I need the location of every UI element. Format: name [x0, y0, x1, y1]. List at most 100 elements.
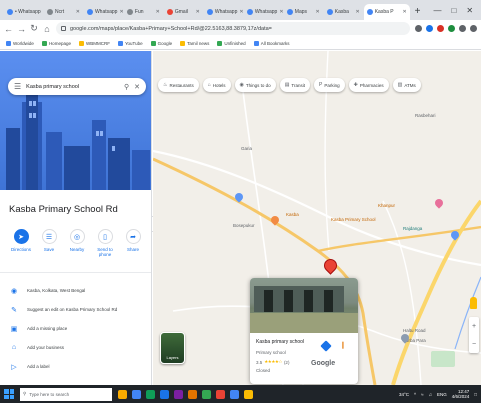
bookmark-star-icon[interactable] — [415, 25, 422, 32]
info-row[interactable]: ✎ Suggest an edit on Kasba Primary School… — [0, 300, 151, 319]
app-icon[interactable] — [216, 389, 225, 399]
chip-restaurants[interactable]: ♨ Restaurants — [158, 78, 199, 92]
wifi-icon[interactable]: ≈ — [421, 392, 423, 397]
action-button-directions[interactable]: ➤ Directions — [10, 229, 32, 257]
app-icon[interactable] — [146, 389, 155, 399]
bookmark-icon[interactable]: ❙ — [340, 341, 346, 349]
volume-icon[interactable]: ♫ — [429, 392, 432, 397]
weather-widget[interactable]: 34°C — [399, 392, 409, 397]
notification-icon[interactable]: □ — [474, 392, 477, 397]
zoom-in-icon[interactable]: + — [472, 323, 476, 330]
chip-things-to-do[interactable]: ◉ Things to do — [234, 78, 276, 92]
chip-transit[interactable]: ▤ Transit — [279, 78, 311, 92]
directions-icon[interactable] — [320, 340, 332, 352]
hamburger-menu-icon[interactable]: ☰ — [14, 82, 21, 91]
browser-tab[interactable]: Gmail ✕ — [164, 4, 203, 20]
chrome-icon[interactable] — [132, 389, 141, 399]
browser-menu-icon[interactable] — [470, 25, 477, 32]
edge-icon[interactable] — [160, 389, 169, 399]
close-tab-icon[interactable]: ✕ — [316, 9, 320, 15]
browser-tab[interactable]: Fun ✕ — [124, 4, 163, 20]
bookmark-item[interactable]: All Bookmarks — [253, 40, 289, 46]
extension-icon[interactable] — [437, 25, 444, 32]
windows-start-icon[interactable] — [4, 389, 14, 399]
clock[interactable]: 12:47 4/6/2024 — [452, 389, 470, 400]
close-tab-icon[interactable]: ✕ — [239, 9, 242, 15]
bookmark-item[interactable]: Worldwide — [6, 40, 34, 46]
extension-icon[interactable] — [448, 25, 455, 32]
browser-tab[interactable]: Kasba ✕ — [324, 4, 363, 20]
chip-hotels[interactable]: ⌂ Hotels — [202, 78, 231, 92]
bookmark-item[interactable]: YouTube — [117, 40, 143, 46]
browser-tab[interactable]: Ncrt ✕ — [44, 4, 83, 20]
app-icon[interactable] — [202, 389, 211, 399]
search-input[interactable] — [26, 83, 119, 90]
forward-arrow-icon[interactable]: → — [17, 24, 26, 34]
file-explorer-icon[interactable] — [118, 389, 127, 399]
reload-icon[interactable]: ↻ — [30, 23, 38, 34]
info-row[interactable]: ▣ Add a missing place — [0, 319, 151, 338]
action-button-nearby[interactable]: ◎ Nearby — [66, 229, 88, 257]
bookmark-item[interactable]: Tamil news — [180, 40, 209, 46]
browser-tab-label: Maps — [294, 9, 308, 15]
browser-tab[interactable]: Kasba P ✕ — [363, 4, 410, 20]
info-row[interactable]: ⌂ Add your business — [0, 338, 151, 357]
new-tab-button[interactable]: + — [411, 6, 425, 20]
info-row[interactable]: ▷ Add a label — [0, 357, 151, 376]
search-icon[interactable]: ⚲ — [124, 83, 129, 91]
back-arrow-icon[interactable]: ← — [4, 24, 13, 34]
close-tab-icon[interactable]: ✕ — [356, 9, 360, 15]
place-preview-card[interactable]: Kasba primary school Primary school 3.5 … — [250, 278, 358, 384]
hotel-icon: ⌂ — [207, 82, 211, 88]
home-icon[interactable]: ⌂ — [43, 24, 51, 34]
language-indicator[interactable]: ENG — [437, 392, 447, 397]
close-tab-icon[interactable]: ✕ — [119, 9, 122, 15]
bookmark-item[interactable]: Homepage — [41, 40, 71, 46]
browser-tab[interactable]: • Whatsapp✕ — [4, 4, 43, 20]
close-tab-icon[interactable]: ✕ — [156, 9, 160, 15]
chip-parking[interactable]: P Parking — [314, 78, 345, 92]
bookmark-folder-icon — [78, 40, 84, 46]
action-button-share[interactable]: ➦ Share — [122, 229, 144, 257]
minimize-icon[interactable]: — — [434, 6, 442, 15]
close-icon[interactable]: ✕ — [466, 6, 473, 15]
browser-tab-label: Ncrt — [54, 9, 65, 15]
search-box[interactable]: ☰ ⚲ ✕ — [8, 78, 146, 95]
info-row[interactable]: ◉ Kasba, Kolkata, West Bengal — [0, 281, 151, 300]
zoom-out-icon[interactable]: − — [472, 341, 476, 348]
profile-avatar[interactable] — [459, 25, 466, 32]
action-button-send-to-phone[interactable]: ▯ Send to phone — [94, 229, 116, 257]
close-tab-icon[interactable]: ✕ — [279, 9, 282, 15]
close-tab-icon[interactable]: ✕ — [402, 9, 406, 15]
close-tab-icon[interactable]: ✕ — [196, 9, 200, 15]
browser-tab[interactable]: Whatsapp ✕ — [244, 4, 283, 20]
address-bar[interactable]: google.com/maps/place/Kasba+Primary+Scho… — [56, 22, 410, 35]
chip-pharmacies[interactable]: ✚ Pharmacies — [348, 78, 389, 92]
layers-button[interactable]: Layers — [160, 332, 185, 364]
browser-toolbar: ← → ↻ ⌂ google.com/maps/place/Kasba+Prim… — [0, 20, 481, 37]
bookmark-item[interactable]: Google — [150, 40, 172, 46]
app-icon[interactable] — [188, 389, 197, 399]
maximize-icon[interactable]: □ — [452, 6, 457, 15]
street-view-pegman-icon[interactable] — [470, 297, 477, 309]
bookmark-item[interactable]: WBMMCRF — [78, 40, 110, 46]
app-icon[interactable] — [174, 389, 183, 399]
browser-tab[interactable]: Whatsapp ✕ — [204, 4, 243, 20]
app-icon[interactable] — [244, 389, 253, 399]
clear-search-icon[interactable]: ✕ — [134, 83, 140, 91]
action-button-save[interactable]: ☰ Save — [38, 229, 60, 257]
place-hero-image[interactable] — [0, 51, 151, 190]
browser-tab[interactable]: Whatsapp ✕ — [84, 4, 123, 20]
extension-icon[interactable] — [426, 25, 433, 32]
chip-atms[interactable]: ▥ ATMs — [392, 78, 421, 92]
open-status: Closed — [256, 368, 271, 373]
card-place-name[interactable]: Kasba primary school — [256, 339, 304, 345]
app-icon[interactable] — [230, 389, 239, 399]
bookmark-item[interactable]: Unfinished — [217, 40, 246, 46]
browser-tab[interactable]: Maps ✕ — [284, 4, 323, 20]
place-photo[interactable] — [250, 278, 358, 333]
close-tab-icon[interactable]: ✕ — [76, 9, 80, 15]
taskbar-search[interactable]: ⚲ Type here to search — [20, 387, 112, 401]
up-arrow-icon[interactable]: ^ — [414, 392, 416, 397]
map-label: Bosepukur — [233, 223, 255, 228]
